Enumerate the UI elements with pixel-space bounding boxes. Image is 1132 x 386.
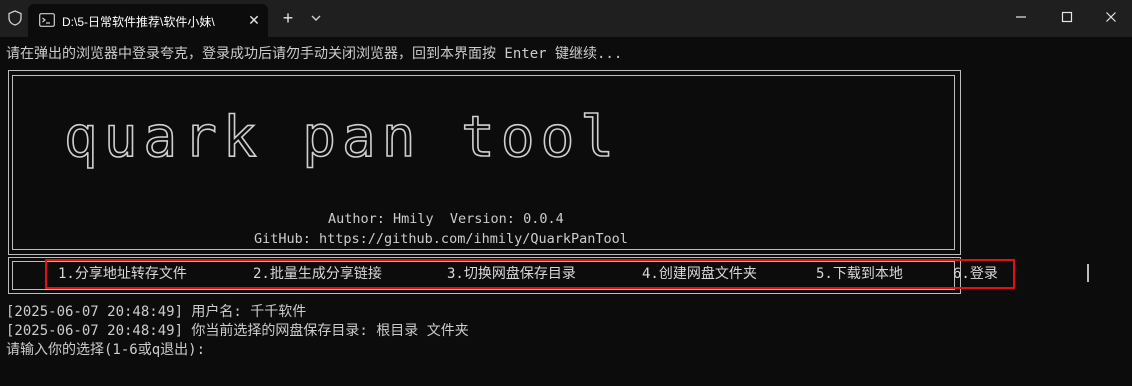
tab-title: D:\5-日常软件推荐\软件小妹\ xyxy=(62,15,215,29)
close-button[interactable] xyxy=(1088,0,1132,34)
author-line: Author: Hmily Version: 0.0.4 xyxy=(328,211,564,227)
github-line: GitHub: https://github.com/ihmily/QuarkP… xyxy=(254,231,628,247)
minimize-icon xyxy=(1016,16,1026,18)
close-icon xyxy=(1106,12,1116,22)
minimize-button[interactable] xyxy=(998,0,1044,34)
maximize-icon xyxy=(1061,11,1073,23)
shield-icon[interactable] xyxy=(8,10,22,26)
text-cursor xyxy=(1087,264,1089,282)
maximize-button[interactable] xyxy=(1044,0,1090,34)
terminal-icon xyxy=(39,13,55,27)
tab-terminal[interactable]: D:\5-日常软件推荐\软件小妹\ ✕ xyxy=(28,4,268,37)
title-bar: D:\5-日常软件推荐\软件小妹\ ✕ + xyxy=(0,0,1132,37)
new-tab-button[interactable]: + xyxy=(277,7,299,29)
log-line-username: [2025-06-07 20:48:49] 用户名: 千千软件 xyxy=(6,304,307,320)
tab-close-button[interactable]: ✕ xyxy=(246,12,262,28)
chevron-down-icon[interactable] xyxy=(308,11,324,25)
ascii-banner-text: quark pan tool xyxy=(64,105,620,170)
menu-highlight-box xyxy=(45,259,1015,289)
input-prompt[interactable]: 请输入你的选择(1-6或q退出): xyxy=(6,341,205,359)
ascii-banner: quark pan tool xyxy=(64,104,620,171)
log-line-save-dir: [2025-06-07 20:48:49] 你当前选择的网盘保存目录: 根目录 … xyxy=(6,323,469,339)
login-prompt-line: 请在弹出的浏览器中登录夸克，登录成功后请勿手动关闭浏览器，回到本界面按 Ente… xyxy=(6,46,623,62)
